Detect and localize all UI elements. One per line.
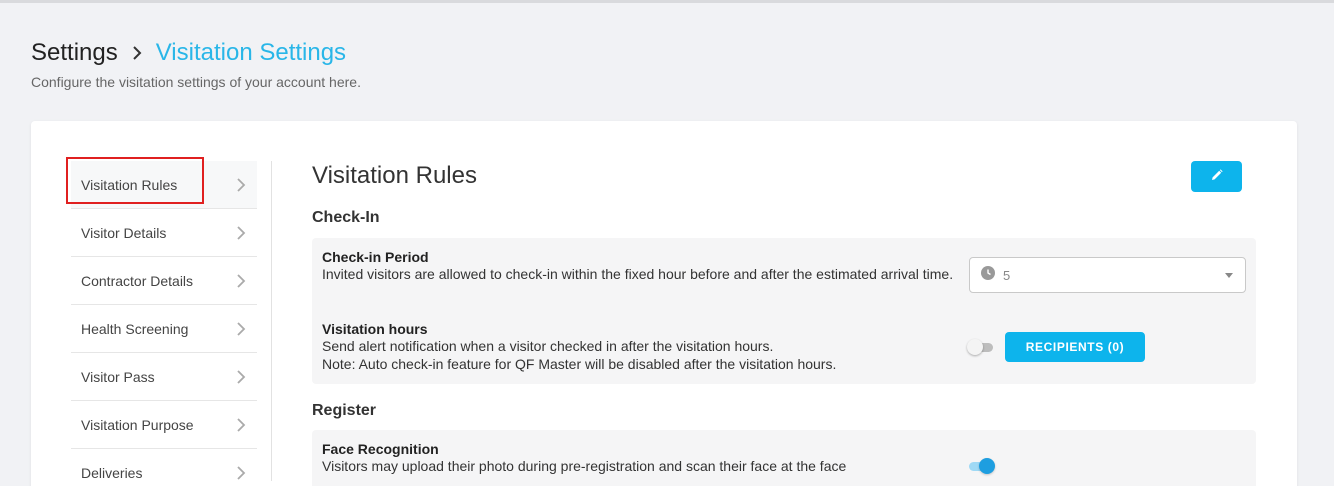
- pencil-icon: [1211, 168, 1223, 186]
- breadcrumb: Settings Visitation Settings: [31, 38, 346, 68]
- checkin-period-select[interactable]: 5: [969, 257, 1246, 293]
- sidebar-item-label: Deliveries: [81, 464, 143, 481]
- breadcrumb-current: Visitation Settings: [155, 39, 347, 66]
- toggle-knob: [967, 339, 983, 355]
- chevron-right-icon: [235, 321, 247, 337]
- clock-icon: [981, 265, 995, 285]
- register-heading: Register: [312, 402, 377, 419]
- sidebar-item-label: Health Screening: [81, 320, 189, 337]
- breadcrumb-root[interactable]: Settings: [31, 39, 118, 67]
- edit-button[interactable]: [1191, 161, 1242, 192]
- visitation-hours-toggle[interactable]: [967, 339, 995, 355]
- sidebar-divider: [271, 161, 272, 481]
- sidebar-item-label: Visitor Details: [81, 224, 167, 241]
- chevron-right-icon: [235, 369, 247, 385]
- sidebar-item-visitor-details[interactable]: Visitor Details: [71, 209, 257, 257]
- settings-sidebar: Visitation Rules Visitor Details Contrac…: [66, 157, 257, 486]
- chevron-right-icon: [235, 417, 247, 433]
- chevron-right-icon: [235, 273, 247, 289]
- chevron-right-icon: [235, 465, 247, 481]
- section-title: Visitation Rules: [312, 162, 477, 189]
- face-recognition-toggle[interactable]: [967, 458, 995, 474]
- chevron-right-icon: [235, 177, 247, 193]
- sidebar-item-label: Visitation Purpose: [81, 416, 194, 433]
- recipients-button[interactable]: RECIPIENTS (0): [1005, 332, 1145, 362]
- settings-card: Visitation Rules Visitor Details Contrac…: [31, 121, 1297, 486]
- checkin-period-title: Check-in Period: [322, 249, 429, 265]
- checkin-heading: Check-In: [312, 209, 380, 226]
- checkin-period-description: Invited visitors are allowed to check-in…: [322, 266, 954, 282]
- sidebar-item-label: Visitation Rules: [81, 176, 178, 193]
- visitation-hours-line2: Note: Auto check-in feature for QF Maste…: [322, 356, 837, 372]
- toggle-knob: [979, 458, 995, 474]
- chevron-right-icon: [123, 38, 151, 68]
- sidebar-item-visitation-rules[interactable]: Visitation Rules: [66, 157, 257, 209]
- page-subtitle: Configure the visitation settings of you…: [31, 74, 361, 90]
- top-border: [0, 0, 1334, 3]
- visitation-hours-title: Visitation hours: [322, 321, 428, 337]
- checkin-period-value: 5: [1003, 267, 1011, 283]
- sidebar-item-contractor-details[interactable]: Contractor Details: [71, 257, 257, 305]
- register-panel: Face Recognition Visitors may upload the…: [312, 430, 1256, 486]
- checkin-panel: Check-in Period Invited visitors are all…: [312, 238, 1256, 384]
- visitation-hours-line1: Send alert notification when a visitor c…: [322, 338, 774, 354]
- face-recognition-description: Visitors may upload their photo during p…: [322, 458, 847, 474]
- sidebar-item-label: Visitor Pass: [81, 368, 155, 385]
- sidebar-item-health-screening[interactable]: Health Screening: [71, 305, 257, 353]
- sidebar-item-deliveries[interactable]: Deliveries: [71, 449, 257, 486]
- chevron-right-icon: [235, 225, 247, 241]
- face-recognition-title: Face Recognition: [322, 441, 439, 457]
- sidebar-item-visitation-purpose[interactable]: Visitation Purpose: [71, 401, 257, 449]
- caret-down-icon: [1225, 273, 1233, 278]
- sidebar-item-visitor-pass[interactable]: Visitor Pass: [71, 353, 257, 401]
- sidebar-item-label: Contractor Details: [81, 272, 194, 289]
